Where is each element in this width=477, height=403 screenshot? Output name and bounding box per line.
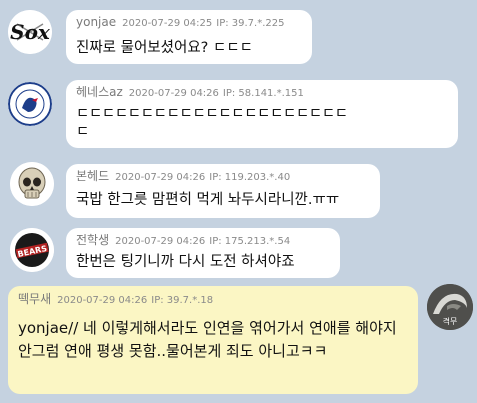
message-text-line: ㄷ	[76, 124, 90, 140]
message-text: yonjae// 네 이렇게해서라도 인연을 엮어가서 연애를 해야지 안그럼 …	[18, 319, 397, 360]
copenhagen-lion-logo-icon[interactable]	[8, 82, 52, 126]
nickname[interactable]: 전학생	[76, 233, 109, 247]
timestamp: 2020-07-29 04:26	[128, 88, 219, 99]
ip-address: IP: 119.203.*.40	[209, 172, 291, 183]
message-meta: 전학생 2020-07-29 04:26 IP: 175.213.*.54	[76, 233, 330, 249]
ip-address: IP: 39.7.*.18	[151, 295, 214, 306]
ip-address: IP: 58.141.*.151	[222, 88, 304, 99]
message-bubble: 헤네스az 2020-07-29 04:26 IP: 58.141.*.151 ㄷㄷ…	[66, 80, 458, 148]
message-meta: yonjae 2020-07-29 04:25 IP: 39.7.*.225	[76, 15, 302, 31]
white-sox-logo-icon[interactable]: Sox	[8, 10, 52, 54]
message-meta: 헤네스az 2020-07-29 04:26 IP: 58.141.*.151	[76, 85, 448, 101]
message-text: 한번은 팅기니까 다시 도전 하셔야죠	[76, 254, 295, 270]
message-meta: 본헤드 2020-07-29 04:26 IP: 119.203.*.40	[76, 169, 370, 185]
message-text: 진짜로 물어보셨어요? ㄷㄷㄷ	[76, 40, 253, 56]
message-bubble-own: 떽무새 2020-07-29 04:26 IP: 39.7.*.18 yonjae/…	[8, 286, 418, 394]
nickname[interactable]: yonjae	[76, 15, 116, 29]
message-bubble: 전학생 2020-07-29 04:26 IP: 175.213.*.54 한번은 …	[66, 228, 340, 278]
nickname[interactable]: 본헤드	[76, 169, 109, 183]
ip-address: IP: 39.7.*.225	[216, 18, 285, 29]
photo-avatar-icon[interactable]: 격무	[427, 284, 473, 330]
avatar-caption: 격무	[442, 317, 458, 326]
timestamp: 2020-07-29 04:26	[115, 236, 206, 247]
timestamp: 2020-07-29 04:25	[122, 18, 213, 29]
nickname[interactable]: 떽무새	[18, 292, 51, 306]
ip-address: IP: 175.213.*.54	[209, 236, 291, 247]
message-bubble: 본헤드 2020-07-29 04:26 IP: 119.203.*.40 국밥 한…	[66, 164, 380, 218]
timestamp: 2020-07-29 04:26	[115, 172, 206, 183]
message-text: 국밥 한그릇 맘편히 먹게 놔두시라니깐.ㅠㅠ	[76, 192, 340, 208]
nickname[interactable]: 헤네스az	[76, 85, 123, 99]
skull-icon[interactable]	[10, 162, 54, 206]
message-meta: 떽무새 2020-07-29 04:26 IP: 39.7.*.18	[18, 292, 408, 308]
bears-logo-icon[interactable]: BEARS	[10, 228, 54, 272]
timestamp: 2020-07-29 04:26	[57, 295, 148, 306]
message-text-line: ㄷㄷㄷㄷㄷㄷㄷㄷㄷㄷㄷㄷㄷㄷㄷㄷㄷㄷㄷㄷㄷ	[76, 106, 348, 122]
message-bubble: yonjae 2020-07-29 04:25 IP: 39.7.*.225 진짜로…	[66, 10, 312, 64]
